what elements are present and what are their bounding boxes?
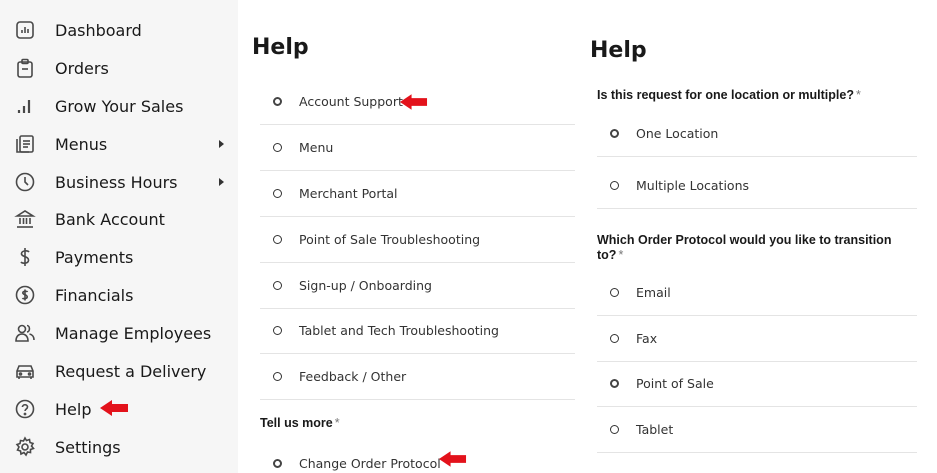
- sidebar-item-label: Bank Account: [55, 209, 165, 229]
- sidebar-item-grow-your-sales[interactable]: Grow Your Sales: [0, 87, 238, 125]
- sidebar-item-business-hours[interactable]: Business Hours: [0, 163, 238, 201]
- required-asterisk: *: [334, 416, 340, 430]
- sidebar-item-orders[interactable]: Orders: [0, 49, 238, 87]
- option-label: Multiple Locations: [636, 178, 750, 193]
- dashboard-icon: [13, 18, 37, 42]
- option-label: Merchant Portal: [299, 186, 398, 201]
- radio-option-merchant-portal[interactable]: Merchant Portal: [260, 171, 575, 217]
- radio-selected[interactable]: [273, 97, 282, 106]
- option-label: Feedback / Other: [299, 369, 407, 384]
- sidebar-item-label: Financials: [55, 285, 134, 305]
- option-label: One Location: [636, 126, 719, 141]
- radio-option-fax[interactable]: Fax: [597, 316, 917, 362]
- annotation-arrow-icon: [438, 449, 467, 469]
- car-icon: [13, 359, 37, 383]
- sidebar-item-financials[interactable]: Financials: [0, 276, 238, 314]
- clock-icon: [13, 170, 37, 194]
- option-label: Sign-up / Onboarding: [299, 278, 432, 293]
- radio-selected[interactable]: [610, 379, 619, 388]
- option-label: Fax: [636, 331, 658, 346]
- sidebar-item-menus[interactable]: Menus: [0, 125, 238, 163]
- sidebar-item-dashboard[interactable]: Dashboard: [0, 11, 238, 49]
- sidebar-item-label: Help: [55, 399, 92, 419]
- sidebar-nav: Dashboard Orders Grow Your Sales Menus B…: [0, 0, 238, 473]
- page-title: Help: [252, 35, 309, 60]
- gear-icon: [13, 435, 37, 459]
- radio-unselected[interactable]: [273, 143, 282, 152]
- sidebar-item-label: Grow Your Sales: [55, 96, 184, 116]
- orders-icon: [13, 56, 37, 80]
- required-asterisk: *: [618, 248, 624, 262]
- option-label: Point of Sale Troubleshooting: [299, 232, 481, 247]
- sidebar-item-label: Request a Delivery: [55, 361, 207, 381]
- radio-unselected[interactable]: [273, 326, 282, 335]
- sidebar-item-label: Manage Employees: [55, 323, 212, 343]
- bank-icon: [13, 207, 37, 231]
- option-label: Tablet: [636, 422, 674, 437]
- radio-selected[interactable]: [273, 458, 282, 468]
- dollar-circle-icon: [13, 283, 37, 307]
- radio-option-signup-onboarding[interactable]: Sign-up / Onboarding: [260, 263, 575, 309]
- sidebar-item-payments[interactable]: Payments: [0, 238, 238, 276]
- bar-chart-icon: [13, 94, 37, 118]
- sidebar-item-request-a-delivery[interactable]: Request a Delivery: [0, 352, 238, 390]
- required-asterisk: *: [855, 88, 861, 102]
- radio-unselected[interactable]: [610, 288, 619, 297]
- option-label: Account Support: [299, 94, 403, 109]
- option-label: Change Order Protocol: [299, 455, 441, 471]
- help-icon: [13, 397, 37, 421]
- option-label: Menu: [299, 140, 334, 155]
- radio-unselected[interactable]: [273, 189, 282, 198]
- radio-option-email[interactable]: Email: [597, 270, 917, 316]
- sidebar-item-label: Business Hours: [55, 172, 178, 192]
- menu-list-icon: [13, 132, 37, 156]
- radio-unselected[interactable]: [610, 425, 619, 434]
- annotation-arrow-icon: [399, 92, 428, 112]
- radio-option-multiple-locations[interactable]: Multiple Locations: [597, 163, 917, 209]
- radio-option-feedback-other[interactable]: Feedback / Other: [260, 354, 575, 400]
- sidebar-item-manage-employees[interactable]: Manage Employees: [0, 314, 238, 352]
- radio-unselected[interactable]: [273, 235, 282, 244]
- radio-option-change-order-protocol[interactable]: Change Order Protocol: [260, 440, 575, 473]
- sidebar-item-label: Dashboard: [55, 20, 142, 40]
- radio-option-point-of-sale[interactable]: Point of Sale: [597, 361, 917, 407]
- sidebar-item-settings[interactable]: Settings: [0, 428, 238, 466]
- option-label: Point of Sale: [636, 376, 714, 391]
- sidebar-item-label: Menus: [55, 134, 108, 154]
- people-icon: [13, 321, 37, 345]
- radio-option-menu[interactable]: Menu: [260, 125, 575, 171]
- radio-option-pos-troubleshooting[interactable]: Point of Sale Troubleshooting: [260, 217, 575, 263]
- radio-unselected[interactable]: [273, 372, 282, 381]
- option-label: Tablet and Tech Troubleshooting: [299, 323, 499, 338]
- annotation-arrow-icon: [99, 398, 129, 418]
- chevron-right-icon: [219, 178, 224, 186]
- sidebar-item-bank-account[interactable]: Bank Account: [0, 200, 238, 238]
- dollar-icon: [13, 245, 37, 269]
- question-order-protocol-label: Which Order Protocol would you like to t…: [597, 233, 892, 262]
- page-title: Help: [590, 38, 647, 63]
- radio-option-one-location[interactable]: One Location: [597, 111, 917, 157]
- radio-selected[interactable]: [610, 129, 619, 138]
- radio-unselected[interactable]: [610, 181, 619, 190]
- question-locations-label: Is this request for one location or mult…: [597, 88, 861, 102]
- sidebar-item-label: Orders: [55, 58, 109, 78]
- chevron-right-icon: [219, 140, 224, 148]
- tell-us-more-label: Tell us more *: [260, 416, 340, 430]
- radio-unselected[interactable]: [610, 334, 619, 343]
- sidebar-item-label: Settings: [55, 437, 121, 457]
- option-label: Email: [636, 285, 671, 300]
- radio-unselected[interactable]: [273, 281, 282, 290]
- radio-option-tablet[interactable]: Tablet: [597, 407, 917, 453]
- radio-option-tablet-tech[interactable]: Tablet and Tech Troubleshooting: [260, 308, 575, 354]
- sidebar-item-label: Payments: [55, 247, 134, 267]
